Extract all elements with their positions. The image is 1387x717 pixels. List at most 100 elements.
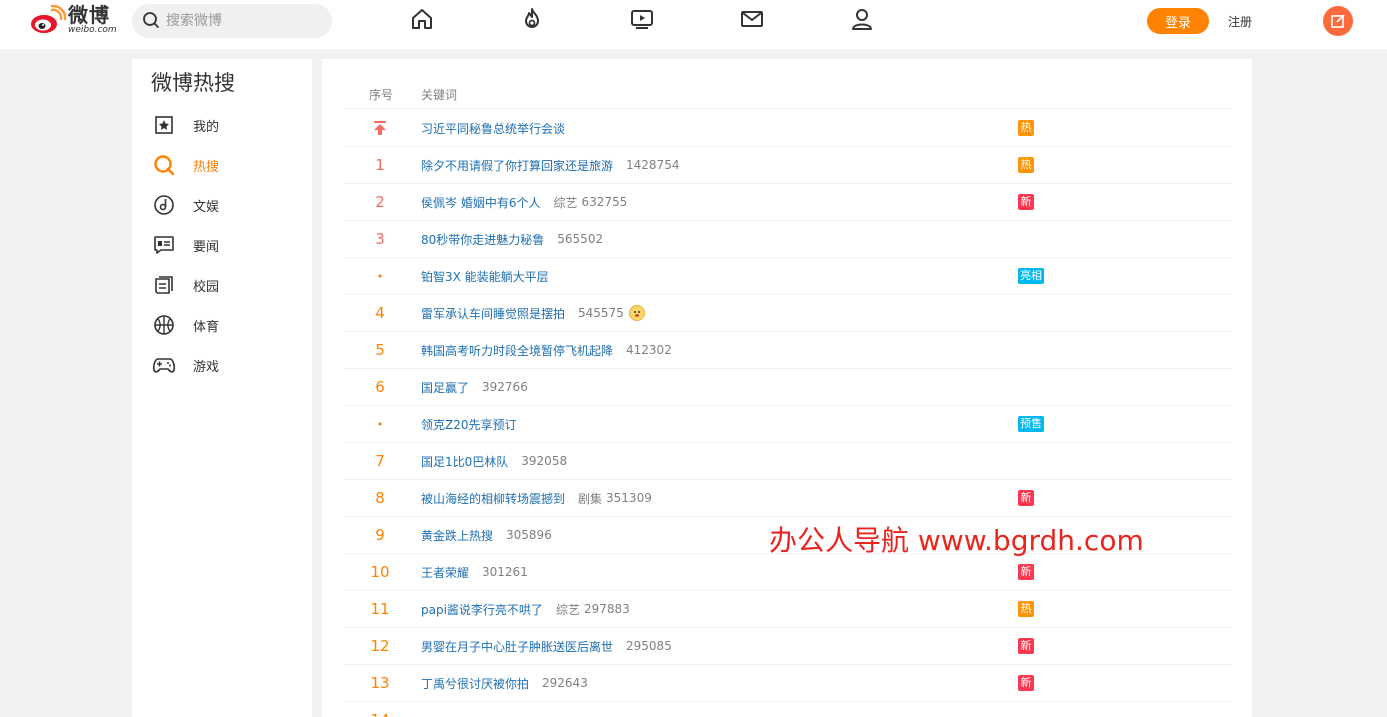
rank-number: • [376,269,384,283]
sidebar-item-campus[interactable]: 校园 [152,273,302,297]
hot-topic-link[interactable]: 被山海经的相柳转场震撼到 [421,490,565,507]
table-header: 序号 关键词 [344,81,1232,109]
keyword-cell: 80秒带你走进魅力秘鲁 565502 [421,221,603,257]
heat-count: 392058 [521,454,568,468]
status-badge: 热 [1018,601,1034,617]
table-row[interactable]: 习近平同秘鲁总统举行会谈 热 [344,110,1232,147]
basketball-icon [152,313,176,337]
keyword-cell: 被山海经的相柳转场震撼到 剧集 351309 [421,480,652,516]
rank-number: 13 [370,674,390,692]
search-icon[interactable] [142,11,160,32]
hot-topic-link[interactable]: 黄金跌上热搜 [421,527,493,544]
status-badge: 热 [1018,157,1034,173]
logo-wordmark: 微博 [68,3,110,27]
keyword-cell: 习近平同秘鲁总统举行会谈 [421,110,565,146]
sidebar-item-sports[interactable]: 体育 [152,313,302,337]
table-row[interactable]: 13 丁禹兮很讨厌被你拍 292643 新 [344,665,1232,702]
heat-count: 351309 [606,491,652,505]
keyword-cell: papi酱说李行亮不哄了 综艺 297883 [421,591,630,627]
status-badge: 新 [1018,490,1034,506]
heat-count: 392766 [482,380,528,394]
hot-flame-icon[interactable] [519,6,545,32]
login-button[interactable]: 登录 [1147,8,1209,34]
status-badge: 预售 [1018,416,1044,432]
table-row[interactable]: 8 被山海经的相柳转场震撼到 剧集 351309 新 [344,480,1232,517]
profile-icon[interactable] [849,6,875,32]
compose-icon[interactable] [1323,6,1353,36]
keyword-cell: 国足赢了 392766 [421,369,528,405]
rank-number: 1 [375,156,385,174]
heat-count: 545575 [578,306,624,320]
bookmark-star-icon [152,113,176,137]
sidebar-item-label: 校园 [193,279,220,295]
rank-number: 7 [375,452,385,470]
rank-number: 12 [370,637,390,655]
sidebar-item-mine[interactable]: 我的 [152,113,302,137]
weibo-eye-logo-icon [30,4,67,36]
heat-count: 297883 [583,602,630,616]
sidebar-item-hot-search[interactable]: 热搜 [152,153,302,177]
hot-topic-link[interactable]: 国足赢了 [421,379,469,396]
hot-topic-link[interactable]: 除夕不用请假了你打算回家还是旅游 [421,157,613,174]
weibo-logo[interactable]: 微博 weibo.com [30,2,122,38]
hot-topic-link[interactable]: 男婴在月子中心肚子肿胀送医后离世 [421,638,613,655]
hot-search-list-panel: 序号 关键词 习近平同秘鲁总统举行会谈热 1 除夕不用请假了你打算回家还是旅游 142… [322,59,1252,717]
logo-domain: weibo.com [68,25,117,35]
table-row[interactable]: 1 除夕不用请假了你打算回家还是旅游 1428754 热 [344,147,1232,184]
hot-topic-link[interactable]: 王者荣耀 [421,564,469,581]
rank-number: • [376,417,384,431]
sidebar-item-news[interactable]: 要闻 [152,233,302,257]
table-row[interactable]: • 领克Z20先享预订 预售 [344,406,1232,443]
heat-count: 295085 [626,639,672,653]
hot-topic-link[interactable]: 习近平同秘鲁总统举行会谈 [421,120,565,137]
keyword-cell: 王者荣耀 301261 [421,554,528,590]
table-row[interactable]: 4 雷军承认车间睡觉照是摆拍 545575 [344,295,1232,332]
hot-topic-link[interactable]: 侯佩岑 婚姻中有6个人 [421,194,540,211]
rank-number: 10 [370,563,390,581]
video-icon[interactable] [629,6,655,32]
sidebar-item-games[interactable]: 游戏 [152,353,302,377]
rank-number: 4 [375,304,385,322]
table-row[interactable]: 11 papi酱说李行亮不哄了 综艺 297883 热 [344,591,1232,628]
keyword-cell: 韩国高考听力时段全境暂停飞机起降 412302 [421,332,672,368]
register-link[interactable]: 注册 [1228,13,1252,30]
table-row[interactable]: 6 国足赢了 392766 [344,369,1232,406]
table-row[interactable]: • 铂智3X 能装能躺大平层 亮相 [344,258,1232,295]
message-icon[interactable] [739,6,765,32]
table-row[interactable]: 14 [344,702,1232,717]
table-row[interactable]: 12 男婴在月子中心肚子肿胀送医后离世 295085 新 [344,628,1232,665]
table-row[interactable]: 10 王者荣耀 301261 新 [344,554,1232,591]
hot-topic-link[interactable]: 铂智3X 能装能躺大平层 [421,268,549,285]
sidebar-item-label: 文娱 [193,199,220,215]
topic-category: 剧集 [578,491,603,506]
table-row[interactable]: 2 侯佩岑 婚姻中有6个人 综艺 632755 新 [344,184,1232,221]
keyword-cell: 雷军承认车间睡觉照是摆拍 545575 [421,295,645,331]
keyword-cell: 黄金跌上热搜 305896 [421,517,552,553]
heat-count: 1428754 [626,158,680,172]
home-icon[interactable] [409,6,435,32]
hot-topic-link[interactable]: 国足1比0巴林队 [421,453,508,470]
rank-number: 11 [370,600,390,618]
pinned-top-icon [344,110,416,146]
sidebar-item-entertainment[interactable]: 文娱 [152,193,302,217]
music-disc-icon [152,193,176,217]
table-row[interactable]: 5 韩国高考听力时段全境暂停飞机起降 412302 [344,332,1232,369]
table-row[interactable]: 7 国足1比0巴林队 392058 [344,443,1232,480]
rank-number: 8 [375,489,385,507]
keyword-cell: 除夕不用请假了你打算回家还是旅游 1428754 [421,147,679,183]
search-input[interactable] [166,13,316,29]
hot-topic-link[interactable]: papi酱说李行亮不哄了 [421,601,543,618]
heat-count: 565502 [557,232,604,246]
keyword-cell: 国足1比0巴林队 392058 [421,443,567,479]
sidebar-item-label: 体育 [193,319,220,335]
hot-topic-link[interactable]: 领克Z20先享预订 [421,416,517,433]
search-box[interactable] [132,4,332,38]
hot-topic-link[interactable]: 丁禹兮很讨厌被你拍 [421,675,529,692]
rank-number: 5 [375,341,385,359]
table-row[interactable]: 3 80秒带你走进魅力秘鲁 565502 [344,221,1232,258]
hot-topic-link[interactable]: 韩国高考听力时段全境暂停飞机起降 [421,342,613,359]
campus-icon [152,273,176,297]
rank-number: 6 [375,378,385,396]
hot-topic-link[interactable]: 雷军承认车间睡觉照是摆拍 [421,305,565,322]
hot-topic-link[interactable]: 80秒带你走进魅力秘鲁 [421,231,544,248]
